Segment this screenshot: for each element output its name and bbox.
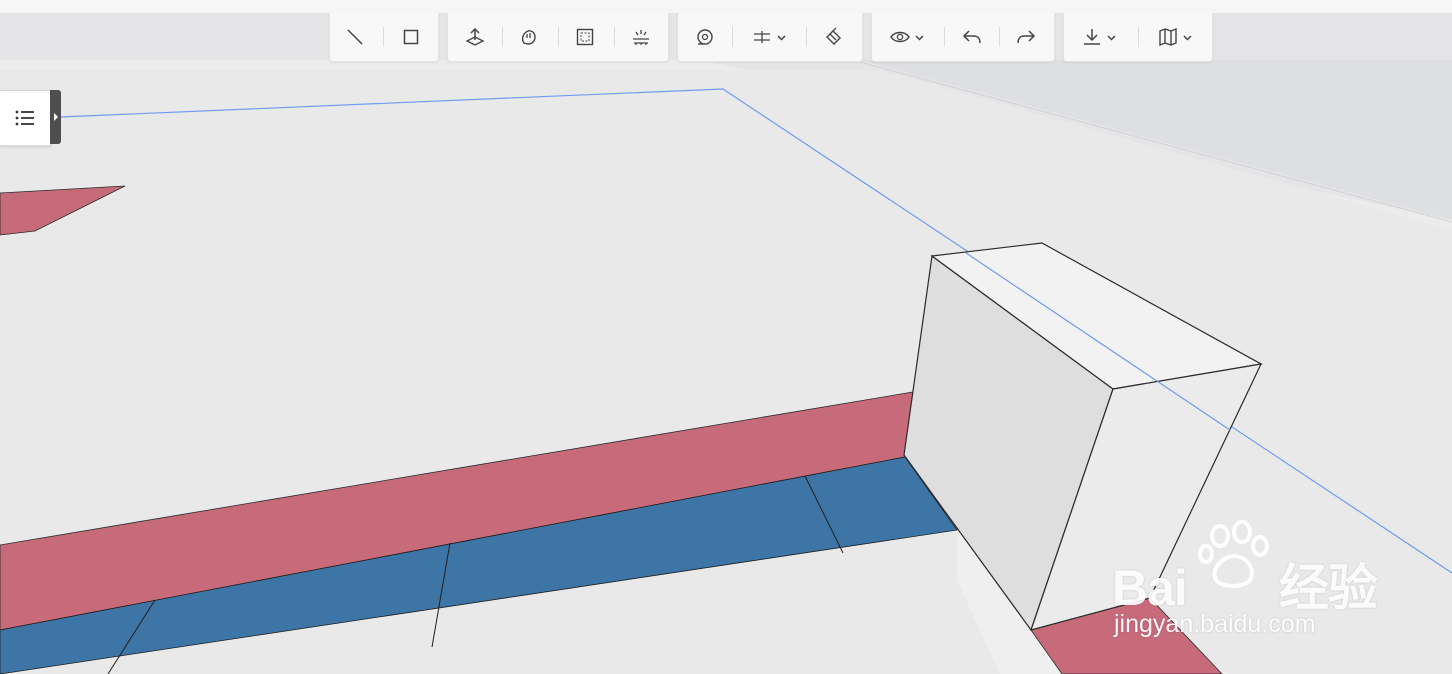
chevron-down-icon bbox=[915, 34, 924, 41]
redo-button[interactable] bbox=[1013, 25, 1039, 49]
rectangle-icon bbox=[403, 29, 419, 45]
orbit-tool-button[interactable] bbox=[516, 25, 542, 49]
chevron-down-icon bbox=[777, 34, 786, 41]
toolbar-group-export bbox=[1063, 13, 1213, 62]
toolbar-separator bbox=[383, 27, 384, 47]
viewport-3d-scene[interactable] bbox=[0, 0, 1452, 674]
map-button[interactable] bbox=[1152, 25, 1198, 49]
toolbar bbox=[0, 13, 1452, 63]
toolbar-group-measure bbox=[677, 13, 863, 62]
section-plane-tool-button[interactable] bbox=[746, 25, 792, 49]
select-area-tool-button[interactable] bbox=[572, 25, 598, 49]
toolbar-separator bbox=[944, 27, 945, 47]
toolbar-separator bbox=[502, 27, 503, 47]
toolbar-group-draw bbox=[329, 13, 439, 62]
toolbar-separator bbox=[614, 27, 615, 47]
tape-measure-icon bbox=[697, 29, 713, 45]
push-pull-icon bbox=[465, 27, 485, 46]
chevron-down-icon bbox=[1107, 34, 1116, 41]
paint-bucket-icon bbox=[826, 27, 841, 45]
redo-icon bbox=[1017, 30, 1036, 44]
orbit-hand-icon bbox=[521, 30, 536, 45]
toolbar-separator bbox=[558, 27, 559, 47]
toolbar-group-view bbox=[871, 13, 1055, 62]
section-plane-icon bbox=[754, 31, 770, 43]
rectangle-tool-button[interactable] bbox=[398, 25, 424, 49]
light-tool-button[interactable] bbox=[628, 25, 654, 49]
push-pull-tool-button[interactable] bbox=[462, 25, 488, 49]
light-icon bbox=[633, 30, 649, 45]
download-button[interactable] bbox=[1076, 25, 1122, 49]
download-icon bbox=[1084, 29, 1100, 45]
line-icon bbox=[347, 29, 363, 45]
line-tool-button[interactable] bbox=[342, 25, 368, 49]
select-area-icon bbox=[576, 28, 594, 46]
toolbar-group-modify bbox=[447, 13, 669, 62]
undo-icon bbox=[962, 30, 981, 44]
map-icon bbox=[1159, 27, 1177, 47]
paint-bucket-tool-button[interactable] bbox=[820, 25, 846, 49]
caret-right-icon bbox=[53, 113, 58, 121]
undo-button[interactable] bbox=[959, 25, 985, 49]
toolbar-separator bbox=[732, 27, 733, 47]
list-icon bbox=[15, 110, 34, 126]
outline-panel-button[interactable] bbox=[0, 90, 51, 146]
view-mode-button[interactable] bbox=[884, 25, 930, 49]
outline-panel-expand-tab[interactable] bbox=[50, 90, 61, 144]
toolbar-separator bbox=[999, 27, 1000, 47]
eye-icon bbox=[890, 31, 910, 43]
top-bar bbox=[0, 0, 1452, 14]
toolbar-separator bbox=[1138, 27, 1139, 47]
chevron-down-icon bbox=[1183, 34, 1192, 41]
toolbar-separator bbox=[806, 27, 807, 47]
tape-measure-tool-button[interactable] bbox=[692, 25, 718, 49]
